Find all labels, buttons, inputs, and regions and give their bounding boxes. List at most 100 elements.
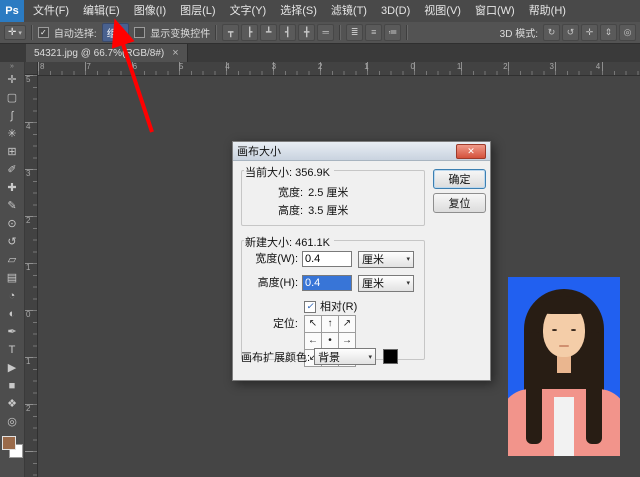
lasso-tool[interactable]: ∫: [1, 107, 23, 125]
auto-select-target-value: 组: [107, 25, 117, 40]
photo-hair-strand: [586, 332, 602, 444]
hand-tool[interactable]: ❖: [1, 395, 23, 413]
align-icon[interactable]: ┫: [279, 24, 296, 41]
menu-select[interactable]: 选择(S): [273, 0, 324, 22]
brush-tool[interactable]: ✎: [1, 197, 23, 215]
menu-file[interactable]: 文件(F): [26, 0, 76, 22]
move-tool[interactable]: ✛: [1, 71, 23, 89]
anchor-label: 定位:: [242, 315, 298, 331]
height-unit-select[interactable]: 厘米▾: [358, 275, 414, 292]
document-tab-bar: 54321.jpg @ 66.7%(RGB/8#) ×: [0, 44, 640, 62]
menu-help[interactable]: 帮助(H): [522, 0, 573, 22]
new-width-label: 宽度(W):: [242, 250, 298, 266]
auto-select-target-select[interactable]: 组 ▾: [102, 23, 130, 42]
ruler-number: 0: [25, 310, 37, 357]
shape-tool[interactable]: ■: [1, 377, 23, 395]
photo-shirt: [554, 397, 574, 456]
reset-button[interactable]: 复位: [433, 193, 486, 213]
dialog-title-bar[interactable]: 画布大小 ✕: [233, 142, 490, 161]
toolbar-collapse-icon[interactable]: »: [10, 63, 14, 71]
canvas-extension-color-select[interactable]: 背景 ▾: [314, 348, 376, 365]
align-icon[interactable]: ╋: [298, 24, 315, 41]
current-height-row: 高度:3.5 厘米: [278, 202, 348, 218]
menu-edit[interactable]: 编辑(E): [76, 0, 127, 22]
dialog-body: 确定 复位 当前大小: 356.9K 宽度:2.5 厘米 高度:3.5 厘米 新…: [233, 160, 490, 380]
canvas-extension-label: 画布扩展颜色:: [241, 349, 310, 365]
distribute-icon[interactable]: ≡: [365, 24, 382, 41]
tools-panel: » ✛▢∫✳⊞✐✚✎⊙↺▱▤◔◐✒T▶■❖◎: [0, 62, 25, 477]
anchor-row: 定位: ↖↑↗←•→↙↓↘: [242, 315, 424, 331]
menu-window[interactable]: 窗口(W): [468, 0, 522, 22]
canvas-size-dialog: 画布大小 ✕ 确定 复位 当前大小: 356.9K 宽度:2.5 厘米 高度:3…: [232, 141, 491, 381]
clone-stamp-tool[interactable]: ⊙: [1, 215, 23, 233]
3d-mode-icon[interactable]: ↻: [543, 24, 560, 41]
width-input[interactable]: [302, 251, 352, 267]
menu-layer[interactable]: 图层(L): [173, 0, 222, 22]
menu-filter[interactable]: 滤镜(T): [324, 0, 374, 22]
ruler-number: 4: [594, 62, 640, 71]
marquee-tool[interactable]: ▢: [1, 89, 23, 107]
relative-checkbox[interactable]: ✓: [304, 301, 316, 313]
type-tool[interactable]: T: [1, 341, 23, 359]
quick-selection-tool[interactable]: ✳: [1, 125, 23, 143]
3d-mode-icon[interactable]: ⇕: [600, 24, 617, 41]
pen-tool[interactable]: ✒: [1, 323, 23, 341]
width-unit-value: 厘米: [362, 251, 384, 267]
align-icon[interactable]: ┻: [260, 24, 277, 41]
vertical-ruler: 54321012: [25, 75, 38, 477]
menu-3d[interactable]: 3D(D): [374, 0, 417, 22]
anchor-top-left[interactable]: ↖: [304, 315, 322, 333]
ruler-number: 1: [25, 357, 37, 404]
align-icon[interactable]: ┳: [222, 24, 239, 41]
distribute-icon[interactable]: ≔: [384, 24, 401, 41]
path-selection-tool[interactable]: ▶: [1, 359, 23, 377]
dialog-close-button[interactable]: ✕: [456, 144, 486, 159]
document-tab[interactable]: 54321.jpg @ 66.7%(RGB/8#) ×: [26, 44, 188, 62]
3d-mode-icon[interactable]: ◎: [619, 24, 636, 41]
chevron-down-icon: ▾: [121, 29, 125, 37]
tools-list: ✛▢∫✳⊞✐✚✎⊙↺▱▤◔◐✒T▶■❖◎: [1, 71, 23, 431]
show-transform-checkbox[interactable]: [134, 27, 145, 38]
canvas-extension-color-swatch[interactable]: [383, 349, 398, 364]
tab-close-icon[interactable]: ×: [172, 47, 178, 59]
vertical-ruler-numbers: 54321012: [25, 75, 37, 451]
photo-hair-strand: [526, 332, 542, 444]
horizontal-ruler-numbers: 8765432101234: [38, 62, 640, 71]
3d-mode-icon[interactable]: ✛: [581, 24, 598, 41]
blur-tool[interactable]: ◔: [1, 287, 23, 305]
tool-preset-button[interactable]: ✛ ▾: [4, 25, 26, 40]
menu-image[interactable]: 图像(I): [127, 0, 173, 22]
gradient-tool[interactable]: ▤: [1, 269, 23, 287]
current-size-group: 当前大小: 356.9K 宽度:2.5 厘米 高度:3.5 厘米: [241, 170, 425, 226]
photoshop-logo: Ps: [0, 0, 24, 22]
foreground-color-swatch[interactable]: [2, 436, 16, 450]
distribute-icon[interactable]: ≣: [346, 24, 363, 41]
dodge-tool[interactable]: ◐: [1, 305, 23, 323]
width-unit-select[interactable]: 厘米 ▾: [358, 251, 414, 268]
anchor-top[interactable]: ↑: [321, 315, 339, 333]
photoshop-window: Ps 文件(F) 编辑(E) 图像(I) 图层(L) 文字(Y) 选择(S) 滤…: [0, 0, 640, 477]
eyedropper-tool[interactable]: ✐: [1, 161, 23, 179]
anchor-top-right[interactable]: ↗: [338, 315, 356, 333]
healing-brush-tool[interactable]: ✚: [1, 179, 23, 197]
eraser-tool[interactable]: ▱: [1, 251, 23, 269]
align-buttons-group: ┳┣┻┫╋═: [222, 24, 334, 41]
chevron-down-icon: ▾: [18, 29, 22, 37]
menu-view[interactable]: 视图(V): [417, 0, 468, 22]
canvas-extension-color-value: 背景: [318, 349, 340, 365]
height-input[interactable]: [302, 275, 352, 291]
chevron-down-icon: ▾: [406, 255, 410, 263]
3d-mode-icon[interactable]: ↺: [562, 24, 579, 41]
zoom-tool[interactable]: ◎: [1, 413, 23, 431]
distribute-buttons-group: ≣≡≔: [346, 24, 401, 41]
auto-select-checkbox[interactable]: ✓: [38, 27, 49, 38]
horizontal-ruler: 8765432101234: [38, 62, 640, 76]
ok-button[interactable]: 确定: [433, 169, 486, 189]
align-icon[interactable]: ═: [317, 24, 334, 41]
auto-select-label: 自动选择:: [54, 25, 97, 40]
crop-tool[interactable]: ⊞: [1, 143, 23, 161]
history-brush-tool[interactable]: ↺: [1, 233, 23, 251]
menu-type[interactable]: 文字(Y): [223, 0, 274, 22]
align-icon[interactable]: ┣: [241, 24, 258, 41]
ruler-number: 6: [131, 62, 177, 71]
